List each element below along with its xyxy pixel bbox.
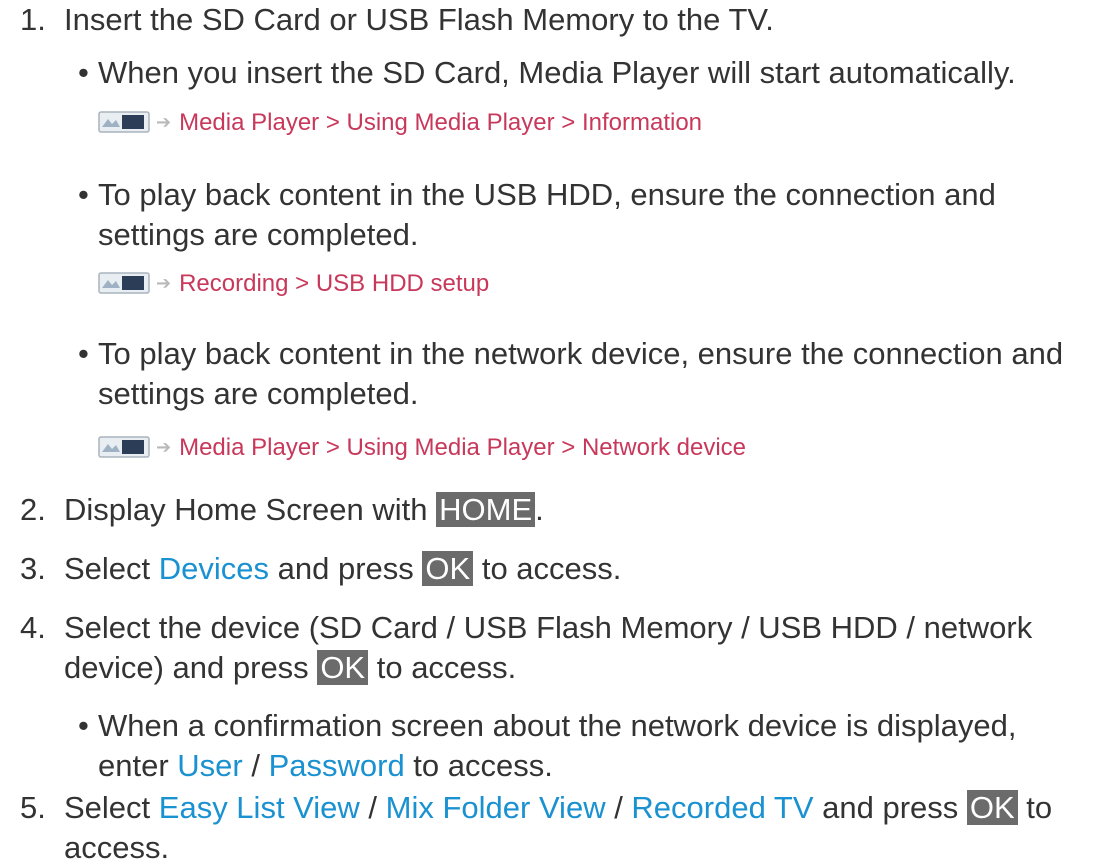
- step-text-mid: and press: [813, 790, 967, 825]
- bullet-text-line-2: settings are completed.: [98, 376, 419, 411]
- bullet-dot: •: [78, 177, 89, 212]
- step-4: 4. Select the device (SD Card / USB Flas…: [20, 608, 1092, 688]
- step-number: 2.: [20, 492, 46, 527]
- bullet-dot: •: [78, 55, 89, 90]
- bullet-confirmation: • When a confirmation screen about the n…: [78, 706, 1092, 786]
- step-number: 5.: [20, 790, 46, 825]
- ok-key-label: OK: [317, 650, 369, 685]
- mix-folder-view-link[interactable]: Mix Folder View: [386, 790, 606, 825]
- bullet-text-post: to access.: [404, 748, 553, 783]
- user-link[interactable]: User: [177, 748, 242, 783]
- bullet-usb-hdd: • To play back content in the USB HDD, e…: [78, 175, 1092, 255]
- separator: /: [242, 748, 269, 783]
- arrow-right-icon: ➔: [156, 272, 172, 293]
- step-text-pre: Select: [64, 551, 159, 586]
- step-text-line-2: device) and press OK to access.: [64, 648, 1092, 688]
- step-text-mid: and press: [269, 551, 423, 586]
- reference-link-network-device[interactable]: ➔ Media Player > Using Media Player > Net…: [98, 433, 746, 464]
- arrow-right-icon: ➔: [156, 111, 172, 132]
- reference-text[interactable]: Recording > USB HDD setup: [179, 270, 489, 297]
- step-text-line-1: Select the device (SD Card / USB Flash M…: [64, 610, 1033, 645]
- bullet-text-line-2: settings are completed.: [98, 217, 419, 252]
- reference-text[interactable]: Media Player > Using Media Player > Netw…: [179, 434, 746, 461]
- step-text-post: .: [535, 492, 544, 527]
- step-number: 1.: [20, 2, 46, 37]
- step-number: 3.: [20, 551, 46, 586]
- bullet-dot: •: [78, 708, 89, 743]
- step-text-line-1: Select Easy List View / Mix Folder View …: [64, 788, 1092, 828]
- step-3: 3. Select Devices and press OK to access…: [20, 549, 1092, 589]
- bullet-sd-card: • When you insert the SD Card, Media Pla…: [78, 53, 1092, 93]
- arrow-right-icon: ➔: [156, 436, 172, 457]
- step-text-post: to: [1017, 790, 1053, 825]
- step-text-pre: device) and press: [64, 650, 318, 685]
- step-text-line-2: access.: [64, 830, 170, 865]
- reference-link-usb-hdd-setup[interactable]: ➔ Recording > USB HDD setup: [98, 269, 489, 300]
- separator: /: [359, 790, 386, 825]
- easy-list-view-link[interactable]: Easy List View: [159, 790, 360, 825]
- home-key-label: HOME: [436, 492, 536, 527]
- tv-screen-icon: [98, 110, 150, 133]
- step-text-post: to access.: [368, 650, 517, 685]
- reference-link-information[interactable]: ➔ Media Player > Using Media Player > Inf…: [98, 108, 702, 139]
- bullet-text-pre: enter: [98, 748, 178, 783]
- step-number: 4.: [20, 610, 46, 645]
- step-text: Insert the SD Card or USB Flash Memory t…: [64, 2, 774, 37]
- step-text: Display Home Screen with HOME.: [64, 490, 1092, 530]
- bullet-network-device: • To play back content in the network de…: [78, 334, 1092, 414]
- reference-text[interactable]: Media Player > Using Media Player > Info…: [179, 109, 702, 136]
- bullet-text-line-1: To play back content in the USB HDD, ens…: [98, 177, 996, 212]
- bullet-text: When you insert the SD Card, Media Playe…: [98, 55, 1016, 90]
- step-text: Select Devices and press OK to access.: [64, 549, 1092, 589]
- step-1: 1. Insert the SD Card or USB Flash Memor…: [20, 0, 1092, 40]
- step-text-post: to access.: [473, 551, 622, 586]
- separator: /: [605, 790, 632, 825]
- tv-screen-icon: [98, 435, 150, 458]
- bullet-dot: •: [78, 336, 89, 371]
- step-2: 2. Display Home Screen with HOME.: [20, 490, 1092, 530]
- ok-key-label: OK: [966, 790, 1018, 825]
- recorded-tv-link[interactable]: Recorded TV: [631, 790, 813, 825]
- password-link[interactable]: Password: [269, 748, 405, 783]
- bullet-text-line-1: To play back content in the network devi…: [98, 336, 1064, 371]
- tv-screen-icon: [98, 271, 150, 294]
- bullet-text-line-1: When a confirmation screen about the net…: [98, 708, 1017, 743]
- step-text-pre: Select: [64, 790, 159, 825]
- step-text-pre: Display Home Screen with: [64, 492, 437, 527]
- devices-link[interactable]: Devices: [159, 551, 269, 586]
- bullet-text-line-2: enter User / Password to access.: [98, 746, 1092, 786]
- ok-key-label: OK: [422, 551, 474, 586]
- step-5: 5. Select Easy List View / Mix Folder Vi…: [20, 788, 1092, 868]
